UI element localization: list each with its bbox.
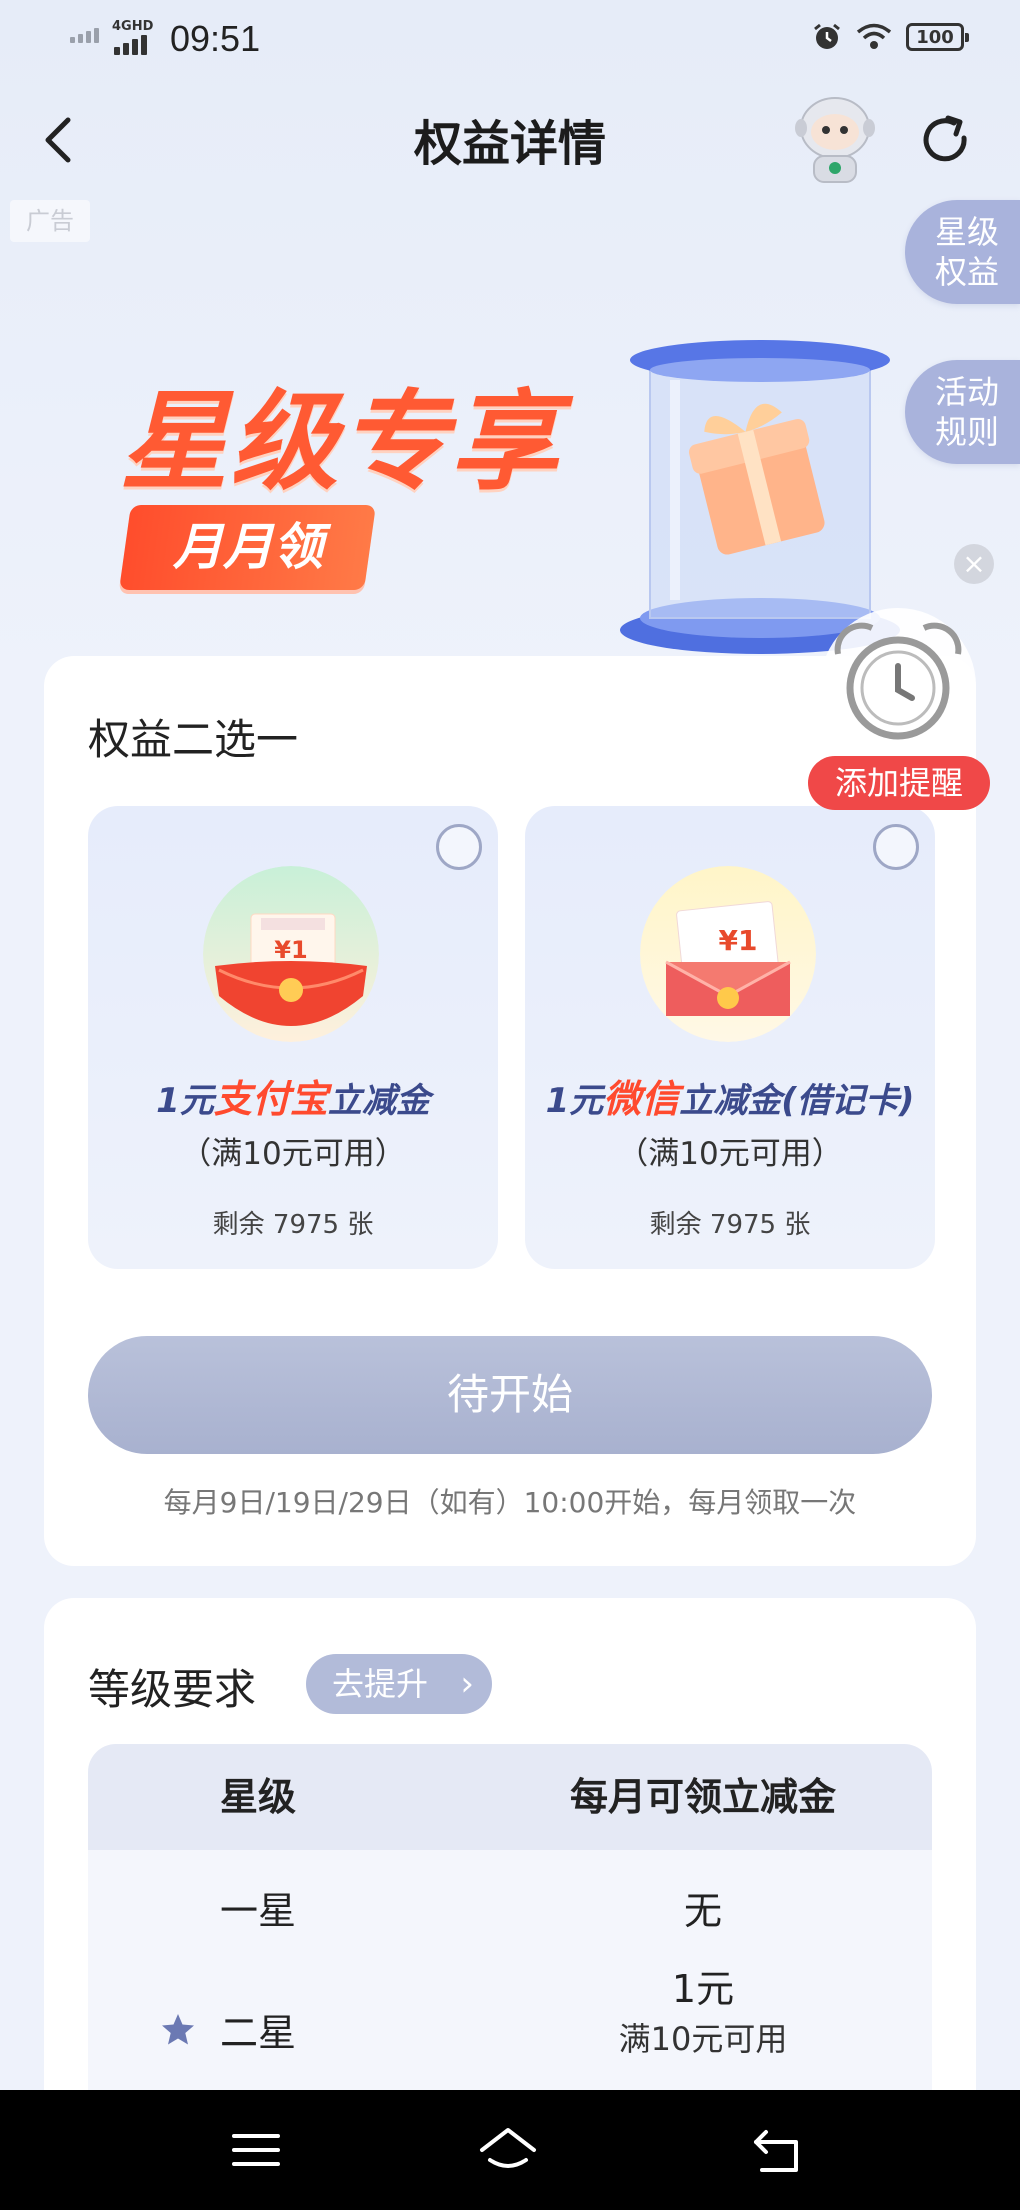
wechat-red-packet-icon: ¥1 [640, 866, 816, 1042]
option-radio[interactable] [873, 824, 919, 870]
signal-icon [70, 28, 99, 43]
option-suffix: 立减金 [327, 1081, 430, 1121]
side-tab-activity-rules[interactable]: 活动 规则 [905, 360, 1020, 464]
banner-badge: 月月领 [119, 505, 376, 590]
column-header-level: 星级 [219, 1775, 296, 1819]
benefit-choice-heading: 权益二选一 [88, 715, 299, 764]
chevron-right-icon: › [460, 1664, 474, 1704]
banner-title: 星级专享 [120, 380, 561, 505]
row-amount-value: 1元 [671, 1967, 735, 2011]
table-header: 星级 每月可领立减金 [88, 1744, 932, 1850]
cellular-icon [114, 35, 147, 55]
alarm-icon [814, 23, 840, 49]
add-reminder-button[interactable]: 添加提醒 [808, 756, 990, 810]
option-condition: （满10元可用） [180, 1136, 406, 1172]
option-radio[interactable] [436, 824, 482, 870]
option-title: 1元支付宝立减金 [88, 1068, 498, 1123]
battery-icon: 100 [906, 23, 969, 51]
clock-time: 09:51 [170, 18, 261, 59]
option-amount: 1元 [545, 1081, 604, 1121]
ad-label: 广告 [10, 200, 90, 242]
table-row: 二星 1元 满10元可用 [88, 1956, 932, 2106]
level-table: 星级 每月可领立减金 一星 无 二星 1元 满10元可用 [88, 1744, 932, 2106]
option-condition: （满10元可用） [617, 1136, 843, 1172]
add-reminder-widget[interactable]: 添加提醒 [808, 606, 990, 816]
option-wechat[interactable]: ¥1 1元微信立减金(借记卡) （满10元可用） 剩余 7975 张 [525, 806, 935, 1269]
wifi-icon [856, 23, 892, 49]
claim-schedule: 每月9日/19日/29日（如有）10:00开始，每月领取一次 [163, 1486, 857, 1519]
packet-value: ¥1 [719, 924, 758, 957]
alipay-red-packet-icon: ¥1 [203, 866, 379, 1042]
top-nav: 权益详情 [0, 90, 1020, 190]
menu-icon[interactable] [226, 2120, 286, 2180]
system-back-icon[interactable] [748, 2120, 808, 2180]
option-brand: 支付宝 [213, 1077, 328, 1121]
side-tab-star-benefits[interactable]: 星级 权益 [905, 200, 1020, 304]
network-type: 4GHD [112, 19, 154, 34]
side-tab-label: 星级 [935, 213, 1000, 251]
upgrade-label: 去提升 [332, 1665, 429, 1703]
option-remaining: 剩余 7975 张 [212, 1210, 374, 1240]
option-suffix: 立减金(借记卡) [679, 1081, 915, 1121]
column-header-amount: 每月可领立减金 [569, 1775, 836, 1819]
banner-badge-label: 月月领 [172, 518, 323, 576]
row-level: 一星 [219, 1889, 296, 1933]
status-bar: 4GHD 09:51 100 [0, 0, 1020, 80]
row-level: 二星 [219, 2011, 296, 2055]
option-remaining: 剩余 7975 张 [649, 1210, 811, 1240]
side-tab-label: 规则 [935, 413, 1000, 451]
row-amount-condition: 满10元可用 [618, 2020, 788, 2058]
star-icon [162, 2014, 194, 2045]
side-tab-label: 权益 [935, 253, 1000, 291]
system-navigation-bar [0, 2090, 1020, 2210]
alarm-clock-icon [820, 608, 976, 764]
side-tab-label: 活动 [935, 373, 1000, 411]
option-alipay[interactable]: ¥1 1元支付宝立减金 （满10元可用） 剩余 7975 张 [88, 806, 498, 1269]
packet-value: ¥1 [274, 936, 307, 964]
close-icon[interactable]: × [954, 544, 994, 584]
robot-mascot-icon[interactable] [790, 90, 880, 185]
table-row: 一星 无 [88, 1850, 932, 1956]
option-amount: 1元 [156, 1081, 214, 1121]
level-requirements-heading: 等级要求 [88, 1665, 257, 1714]
upgrade-button[interactable]: 去提升 › [306, 1654, 492, 1714]
claim-button[interactable]: 待开始 [88, 1336, 932, 1454]
option-title: 1元微信立减金(借记卡) [525, 1068, 935, 1123]
option-brand: 微信 [603, 1077, 680, 1121]
home-icon[interactable] [478, 2120, 538, 2180]
row-amount: 无 [683, 1889, 722, 1933]
battery-level: 100 [916, 26, 954, 48]
row-amount: 1元 满10元可用 [538, 1964, 868, 2064]
refresh-icon[interactable] [918, 112, 974, 168]
